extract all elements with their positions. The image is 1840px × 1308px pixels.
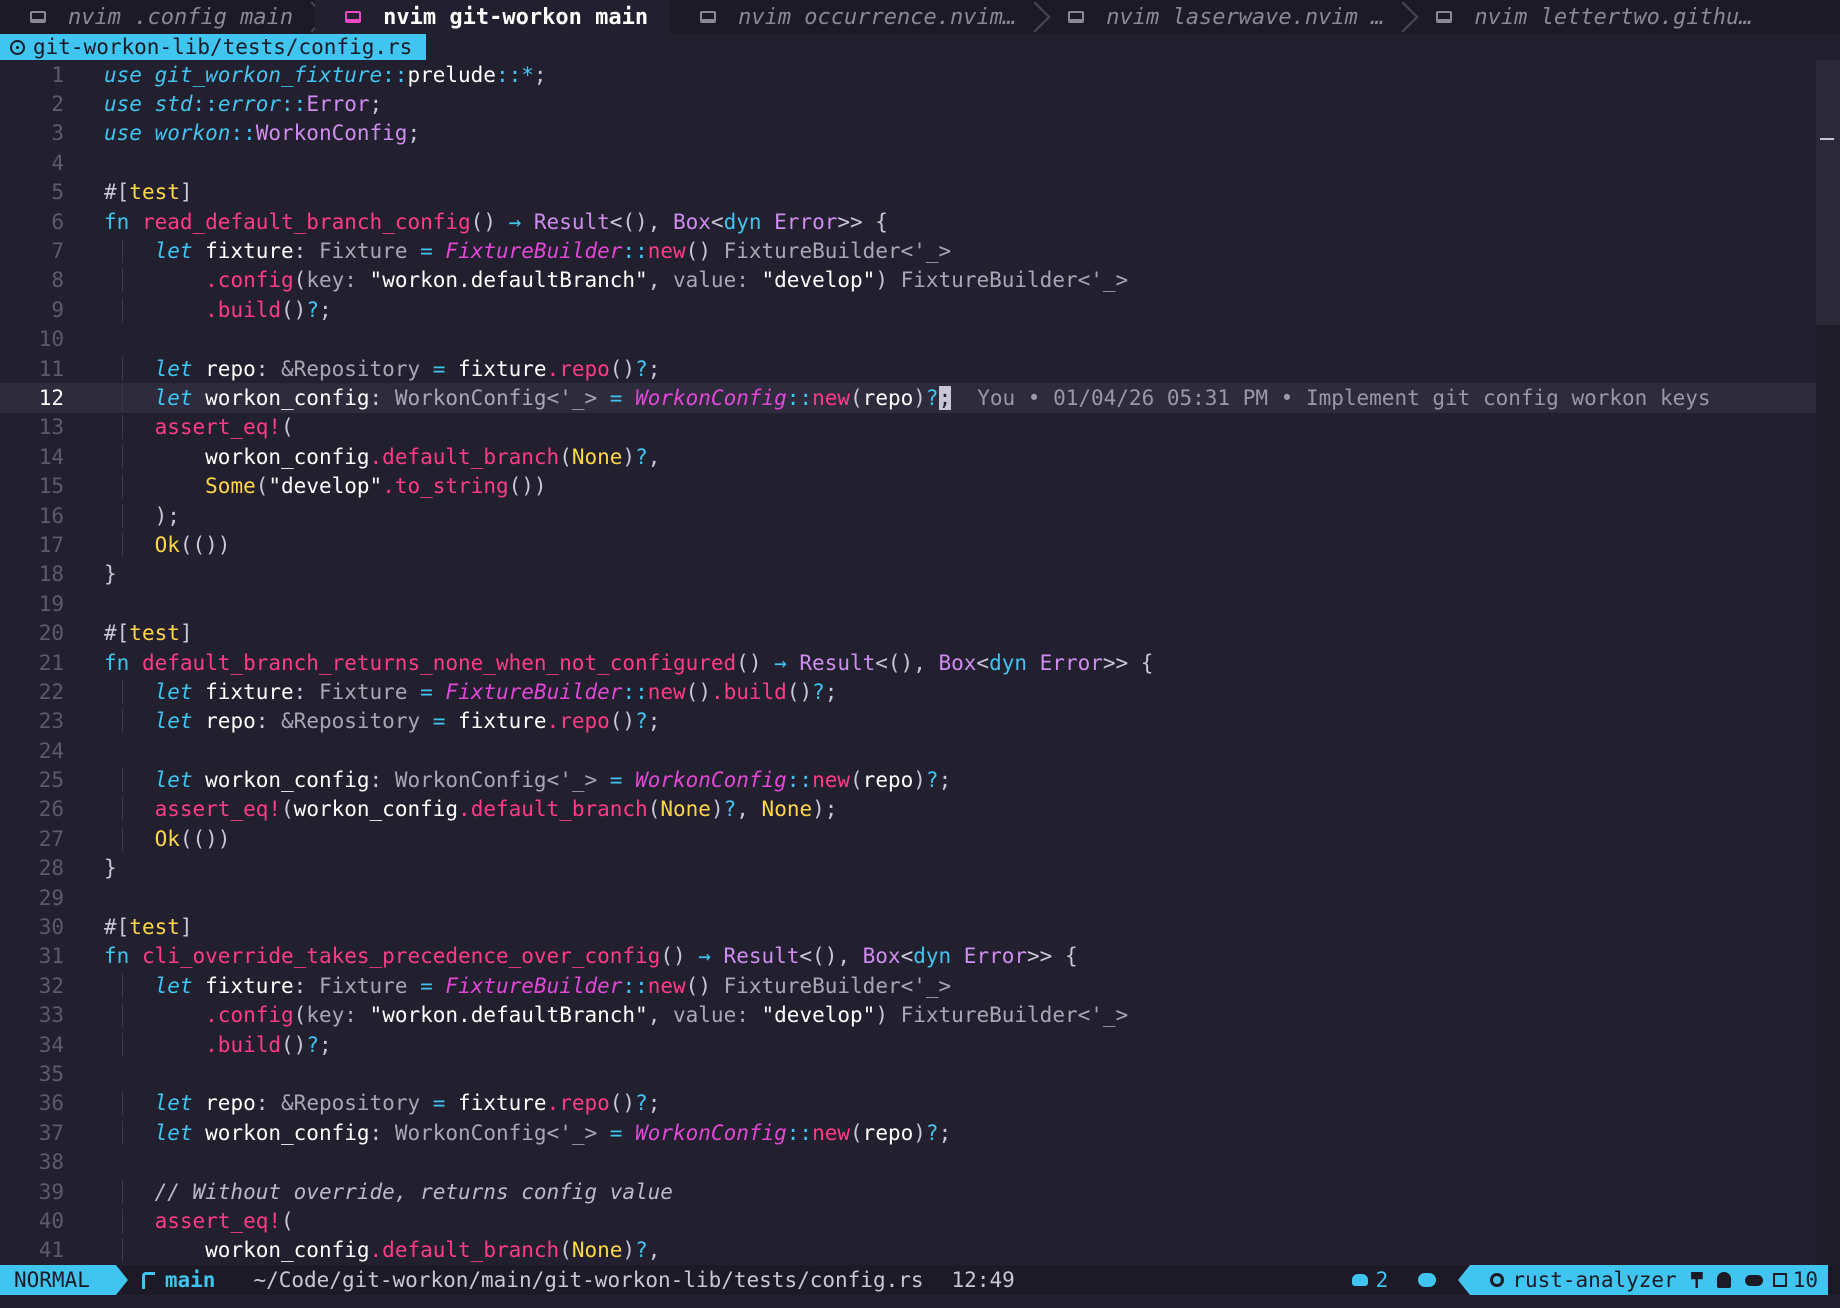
status-right: 2 rust-analyzer 10: [1351, 1265, 1828, 1295]
buffer-path-tab[interactable]: git-workon-lib/tests/config.rs: [0, 34, 427, 60]
code-line: 31 fn cli_override_takes_precedence_over_…: [38, 944, 1078, 969]
tab-config[interactable]: nvim .config main: [0, 0, 328, 34]
tab-label: nvim occurrence.nvim…: [738, 4, 1017, 30]
branch-name: main: [164, 1268, 216, 1292]
terminal-icon: [700, 11, 717, 23]
code-line: 33 .config(key: "workon.defaultBranch", …: [38, 1003, 1129, 1028]
code-line: 15 Some("develop".to_string()): [38, 474, 547, 499]
code-line: 14 workon_config.default_branch(None)?,: [38, 444, 661, 469]
cloud-icon: [1744, 1274, 1763, 1286]
status-file-path: ~/Code/git-workon/main/git-workon-lib/te…: [253, 1268, 924, 1292]
code-line: 28}: [38, 856, 117, 881]
tab-bar: nvim .config main nvim git-workon main n…: [0, 0, 1840, 34]
code-line: 25 let workon_config: WorkonConfig<'_> =…: [38, 768, 952, 793]
tab-label: nvim git-workon main: [383, 4, 649, 30]
tab-git-workon[interactable]: nvim git-workon main: [315, 0, 671, 34]
code-line: 35: [38, 1061, 64, 1086]
formatter-icon: [1690, 1272, 1703, 1288]
code-line: 22 let fixture: Fixture = FixtureBuilder…: [38, 679, 838, 704]
code-line: 5 #[test]: [51, 180, 193, 205]
lsp-icon: [1490, 1273, 1505, 1287]
code-line: 21 fn default_branch_returns_none_when_no…: [38, 650, 1154, 675]
code-line: 16 );: [38, 503, 180, 528]
code-line: 18}: [38, 562, 117, 587]
terminal-icon: [1436, 11, 1453, 23]
code-line: 3 use workon::WorkonConfig;: [51, 121, 421, 146]
code-line: 34 .build()?;: [38, 1032, 332, 1057]
code-line: 6 fn read_default_branch_config() → Resul…: [51, 209, 888, 234]
diagnostics-icon: [1351, 1274, 1368, 1286]
code-line: 29: [38, 885, 64, 910]
scrollbar-thumb[interactable]: [1816, 60, 1840, 325]
code-line: 41 workon_config.default_branch(None)?,: [38, 1238, 661, 1263]
code-line: 36 let repo: &Repository = fixture.repo(…: [38, 1091, 661, 1116]
git-blame-annotation: You • 01/04/26 05:31 PM • Implement git …: [977, 385, 1711, 410]
code-line: 30 #[test]: [38, 915, 193, 940]
code-line: 37 let workon_config: WorkonConfig<'_> =…: [38, 1120, 952, 1145]
status-count: 10: [1792, 1268, 1818, 1292]
code-line: 19: [38, 591, 64, 616]
bell-icon[interactable]: [1716, 1272, 1731, 1288]
code-line: 20 #[test]: [38, 621, 193, 646]
terminal-icon: [345, 11, 362, 23]
vertical-scrollbar[interactable]: [1816, 60, 1840, 1265]
tab-label: nvim lettertwo.githu…: [1474, 4, 1753, 30]
code-line: 8 .config(key: "workon.defaultBranch", v…: [51, 268, 1129, 293]
code-line: 1 use git_workon_fixture::prelude::*;: [51, 62, 547, 87]
lsp-name: rust-analyzer: [1512, 1268, 1677, 1292]
code-line: 2 use std::error::Error;: [51, 92, 383, 117]
lsp-status[interactable]: rust-analyzer 10: [1458, 1265, 1828, 1295]
code-line: 9 .build()?;: [51, 297, 332, 322]
buffer-path: git-workon-lib/tests/config.rs: [33, 35, 413, 59]
tab-label: nvim laserwave.nvim …: [1106, 4, 1385, 30]
terminal-icon: [1068, 11, 1085, 23]
code-line: 32 let fixture: Fixture = FixtureBuilder…: [38, 973, 952, 998]
git-branch-icon: [141, 1271, 155, 1289]
mode-indicator: NORMAL: [0, 1265, 128, 1295]
code-line: 4: [51, 150, 64, 175]
cursor-position: 12:49: [951, 1268, 1015, 1292]
code-editor[interactable]: 1 use git_workon_fixture::prelude::*; 2 us…: [0, 60, 1816, 1265]
status-line: NORMAL main ~/Code/git-workon/main/git-w…: [0, 1265, 1840, 1295]
code-line: 13 assert_eq!(: [38, 415, 294, 440]
box-icon: [1772, 1273, 1787, 1287]
scrollbar-cursor-marker: [1820, 138, 1834, 140]
code-line: 24: [38, 738, 64, 763]
code-line: 26 assert_eq!(workon_config.default_bran…: [38, 797, 838, 822]
code-line: 38: [38, 1150, 64, 1175]
terminal-icon: [30, 11, 46, 23]
code-line: 40 assert_eq!(: [38, 1208, 294, 1233]
code-line: 27 Ok(()): [38, 826, 231, 851]
code-line: 17 Ok(()): [38, 532, 231, 557]
text-cursor: ;: [938, 385, 952, 410]
copilot-icon[interactable]: [1418, 1273, 1437, 1287]
code-line: 7 let fixture: Fixture = FixtureBuilder:…: [51, 239, 952, 264]
code-line: 10: [38, 327, 64, 352]
git-branch[interactable]: main: [141, 1268, 216, 1292]
code-line-current: 12 let workon_config: WorkonConfig<'_> =…: [0, 383, 1816, 413]
tab-occurrence[interactable]: nvim occurrence.nvim…: [670, 0, 1051, 34]
tab-lettertwo[interactable]: nvim lettertwo.githu…: [1406, 0, 1774, 34]
tab-label: nvim .config main: [68, 4, 294, 30]
code-line: 23 let repo: &Repository = fixture.repo(…: [38, 709, 661, 734]
code-line: 39 // Without override, returns config v…: [38, 1179, 673, 1204]
tab-laserwave[interactable]: nvim laserwave.nvim …: [1038, 0, 1419, 34]
code-line: 11 let repo: &Repository = fixture.repo(…: [38, 356, 661, 381]
rust-file-icon: [10, 39, 25, 55]
diagnostics-count[interactable]: 2: [1376, 1268, 1389, 1292]
